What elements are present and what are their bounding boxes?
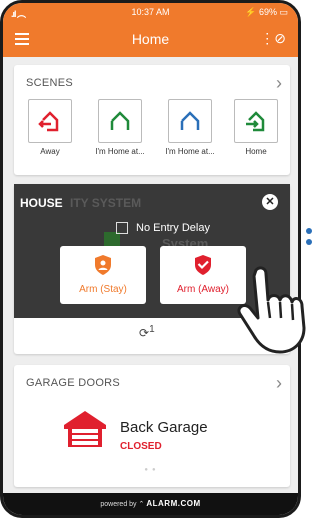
sensor-status[interactable]: ⟳1: [139, 324, 155, 340]
scene-home-at-2-button[interactable]: [168, 99, 212, 143]
scene-label: I'm Home at...: [95, 147, 145, 156]
status-indicator-dim: [104, 232, 120, 246]
scenes-card: SCENES › Away I'm Home at... I'm Home at…: [14, 65, 290, 175]
shield-away-icon: [160, 254, 246, 281]
battery-indicator: ⚡ 69% ▭: [245, 7, 288, 17]
arm-away-label: Arm (Away): [176, 284, 230, 295]
pagination-dots: ●●: [144, 467, 160, 473]
battery-level: 69%: [258, 7, 277, 17]
brand-name: ALARM.COM: [146, 499, 201, 508]
garage-chevron-icon[interactable]: ›: [276, 373, 282, 394]
scene-home-at-1-button[interactable]: [98, 99, 142, 143]
alarmcom-logo-icon: ⌃: [138, 501, 145, 508]
arm-stay-label: Arm (Stay): [79, 284, 127, 295]
scene-label: Home: [245, 147, 267, 156]
scene-away[interactable]: Away: [28, 99, 72, 156]
house-exit-icon: [38, 111, 59, 132]
house-green-icon: [110, 111, 130, 130]
no-entry-delay-label: No Entry Delay: [136, 222, 210, 234]
scene-label: I'm Home at...: [165, 147, 215, 156]
no-entry-delay-checkbox[interactable]: [116, 222, 128, 234]
scene-label: Away: [40, 147, 60, 156]
garage-door-name: Back Garage: [120, 419, 208, 436]
scenes-chevron-icon[interactable]: ›: [276, 73, 282, 94]
powered-by-label: powered by: [100, 501, 137, 508]
arm-away-button[interactable]: Arm (Away): [160, 246, 246, 304]
close-overlay-button[interactable]: ✕: [262, 194, 278, 210]
panel-title: HOUSE: [20, 196, 63, 210]
scene-away-button[interactable]: [28, 99, 72, 143]
page-title: Home: [131, 31, 170, 47]
garage-door-status: CLOSED: [120, 441, 162, 452]
garage-door-icon[interactable]: [62, 409, 108, 454]
garage-card: GARAGE DOORS › Back Garage CLOSED ●●: [14, 365, 290, 487]
footer: powered by ⌃ ALARM.COM: [3, 493, 298, 515]
pointing-hand-icon: [236, 262, 320, 363]
scene-home-at-1[interactable]: I'm Home at...: [95, 99, 145, 156]
sensor-icon: ⟳: [139, 326, 150, 340]
house-enter-icon: [246, 111, 265, 132]
arm-stay-button[interactable]: Arm (Stay): [60, 246, 146, 304]
phone-frame: .ıl ︵ 10:37 AM ⚡ 69% ▭ Home ⋮⊘ SCENES › …: [0, 0, 301, 518]
house-blue-icon: [180, 111, 200, 130]
no-entry-delay-option[interactable]: No Entry Delay: [116, 222, 210, 234]
sensor-badge: 1: [149, 324, 155, 335]
shield-stay-icon: [60, 254, 146, 281]
edit-layout-icon[interactable]: ⋮⊘: [260, 30, 286, 47]
scenes-title: SCENES: [26, 77, 74, 89]
scene-home[interactable]: Home: [234, 99, 278, 156]
garage-title: GARAGE DOORS: [26, 377, 121, 389]
callout-dots: [306, 228, 312, 250]
status-bar: .ıl ︵ 10:37 AM ⚡ 69% ▭: [3, 3, 298, 21]
security-system-title-dim: ITY SYSTEM: [70, 196, 142, 210]
app-header: Home ⋮⊘: [3, 21, 298, 57]
scene-home-at-2[interactable]: I'm Home at...: [165, 99, 215, 156]
scene-home-button[interactable]: [234, 99, 278, 143]
